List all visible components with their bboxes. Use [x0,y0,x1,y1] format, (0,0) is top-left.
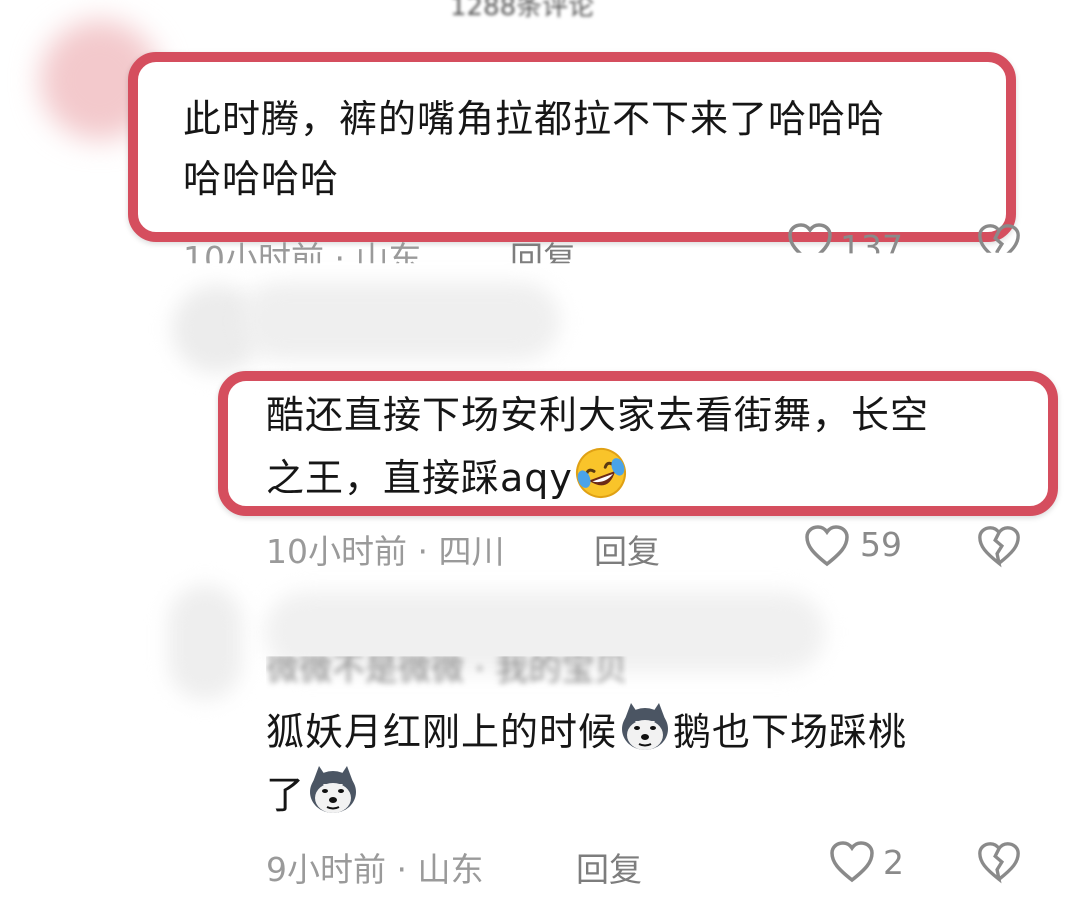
dislike-icon[interactable] [976,524,1022,568]
comment-location: 四川 [438,532,505,571]
like-count: 2 [883,843,904,882]
comment-meta: 10小时前 · 四川 [266,532,505,571]
comment-location: 山东 [355,239,422,278]
heart-icon[interactable] [828,840,876,884]
laughing-crying-emoji-icon [573,445,629,501]
doge-dog-emoji-icon [617,699,673,755]
comment-count-header: 1288条评论 [450,0,595,22]
username-blurred [240,282,560,360]
like-count: 137 [840,228,903,267]
reply-button[interactable]: 回复 [594,525,660,573]
comment-time: 10小时前 [183,239,324,278]
comment-text: 此时腾，裤的嘴角拉都拉不下来了哈哈哈 哈哈哈哈 [183,97,886,201]
comment-time: 9小时前 [266,850,386,889]
comment-meta: 9小时前 · 山东 [266,850,484,889]
like-count: 59 [860,525,902,564]
comment-time: 10小时前 [266,532,407,571]
reply-button[interactable]: 回复 [576,843,642,891]
heart-icon[interactable] [786,222,834,253]
dislike-icon[interactable] [976,222,1022,253]
comment-text: 狐妖月红刚上的时候 鹅也下场踩桃 了 [266,699,907,825]
reply-button[interactable]: 回复 [510,232,576,263]
comment-text: 酷还直接下场安利大家去看街舞，长空 之王，直接踩aqy [266,385,929,508]
dislike-icon[interactable] [976,840,1022,884]
comment-meta: 10小时前 · 山东 [183,239,422,278]
avatar[interactable] [168,585,242,700]
comment-location: 山东 [417,850,484,889]
doge-dog-emoji-icon [305,762,361,818]
heart-icon[interactable] [803,524,851,568]
